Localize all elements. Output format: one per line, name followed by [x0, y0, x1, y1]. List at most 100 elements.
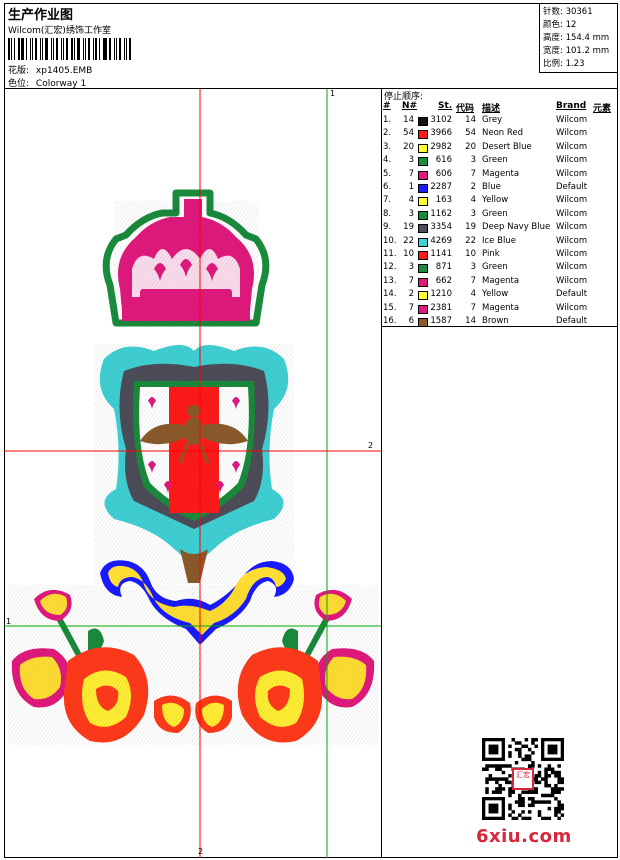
qr-module: [537, 810, 542, 814]
colorway-value: Colorway 1: [35, 79, 87, 89]
row-stitches: 163: [435, 195, 452, 206]
row-description: Brown: [482, 316, 509, 326]
row-description: Green: [482, 262, 508, 273]
col-header-stitches: St.: [438, 101, 453, 111]
qr-module: [508, 813, 512, 817]
qr-module: [550, 787, 555, 791]
col-header-code: 代码: [456, 104, 475, 114]
qr-module: [501, 787, 506, 791]
qr-module: [531, 790, 535, 794]
row-code: 3: [470, 155, 476, 166]
qr-module: [560, 813, 564, 817]
row-brand: Wilcom: [556, 302, 588, 313]
qr-module: [550, 790, 555, 794]
qr-module: [547, 806, 552, 811]
barcode-bar: [116, 38, 118, 60]
barcode-bar: [31, 38, 33, 60]
row-needle: 7: [408, 168, 414, 179]
qr-module: [527, 797, 532, 801]
qr-module: [557, 790, 561, 794]
qr-module: [518, 747, 522, 752]
row-brand: Wilcom: [556, 155, 588, 166]
row-needle: 14: [403, 115, 414, 125]
barcode-bar: [73, 38, 75, 60]
qr-module: [521, 800, 525, 804]
qr-module: [537, 780, 542, 785]
qr-module: [491, 764, 496, 768]
row-brand: Default: [556, 316, 588, 326]
thread-color-swatch: [418, 224, 428, 234]
row-description: Neon Red: [482, 128, 524, 139]
qr-module: [498, 790, 502, 794]
qr-module: [511, 810, 515, 814]
qr-module: [531, 800, 535, 804]
qr-module: [498, 787, 502, 791]
qr-module: [527, 810, 532, 814]
row-index: 11.: [383, 249, 397, 259]
qr-module: [518, 754, 522, 758]
qr-finder: [488, 803, 499, 814]
qr-module: [521, 744, 525, 749]
row-code: 14: [465, 115, 476, 125]
qr-module: [531, 797, 535, 801]
row-stitches: 616: [435, 155, 452, 166]
row-description: Pink: [482, 249, 500, 259]
barcode-bar: [10, 38, 12, 60]
qr-module: [518, 800, 522, 804]
qr-module: [557, 806, 561, 811]
col-header-brand: Brand: [556, 101, 587, 111]
qr-module: [537, 774, 542, 778]
qr-module: [527, 816, 532, 820]
barcode-bar: [71, 38, 73, 60]
design-label: 花版:: [8, 66, 30, 76]
qr-module: [537, 764, 542, 768]
qr-module: [485, 777, 489, 781]
thread-color-swatch: [418, 277, 428, 287]
thread-color-swatch: [418, 157, 428, 167]
stop-sequence-panel: 停止顺序: # N# St. 代码 描述 Brand 元素 1. 14 3102 14…: [382, 89, 618, 327]
qr-module: [518, 813, 522, 817]
thread-color-swatch: [418, 117, 428, 126]
row-description: Desert Blue: [482, 141, 532, 152]
right-rose-cluster: [192, 585, 378, 745]
row-needle: 22: [403, 235, 414, 246]
barcode-bar: [34, 38, 37, 60]
qr-module: [534, 738, 538, 742]
row-index: 7.: [383, 195, 392, 206]
qr-module: [554, 783, 558, 788]
row-code: 7: [470, 168, 476, 179]
crown-motif: [102, 189, 270, 327]
qr-module: [544, 770, 548, 775]
barcode-bar: [53, 38, 55, 60]
qr-module: [544, 767, 548, 771]
row-stitches: 4269: [430, 235, 452, 246]
qr-badge: 汇宏: [512, 768, 534, 790]
qr-module: [560, 787, 564, 791]
qr-module: [560, 780, 564, 785]
qr-module: [557, 780, 561, 785]
qr-module: [550, 767, 555, 771]
qr-module: [534, 744, 538, 749]
qr-module: [508, 793, 512, 798]
qr-module: [514, 800, 519, 804]
qr-module: [524, 738, 529, 742]
row-code: 2: [470, 182, 476, 192]
row-stitches: 3966: [430, 128, 452, 139]
barcode-bar: [56, 38, 59, 60]
qr-module: [547, 816, 552, 820]
row-index: 12.: [383, 262, 397, 273]
qr-module: [544, 816, 548, 820]
barcode-bar: [109, 38, 112, 60]
row-code: 3: [470, 208, 476, 219]
qr-module: [524, 757, 529, 762]
row-index: 9.: [383, 222, 392, 233]
barcode-bar: [25, 38, 27, 60]
qr-module: [498, 764, 502, 768]
qr-module: [514, 741, 519, 745]
qr-module: [511, 790, 515, 794]
qr-module: [541, 777, 545, 781]
qr-module: [504, 780, 509, 785]
colorway-label: 色位:: [8, 79, 30, 89]
qr-module: [524, 816, 529, 820]
row-code: 3: [470, 262, 476, 273]
